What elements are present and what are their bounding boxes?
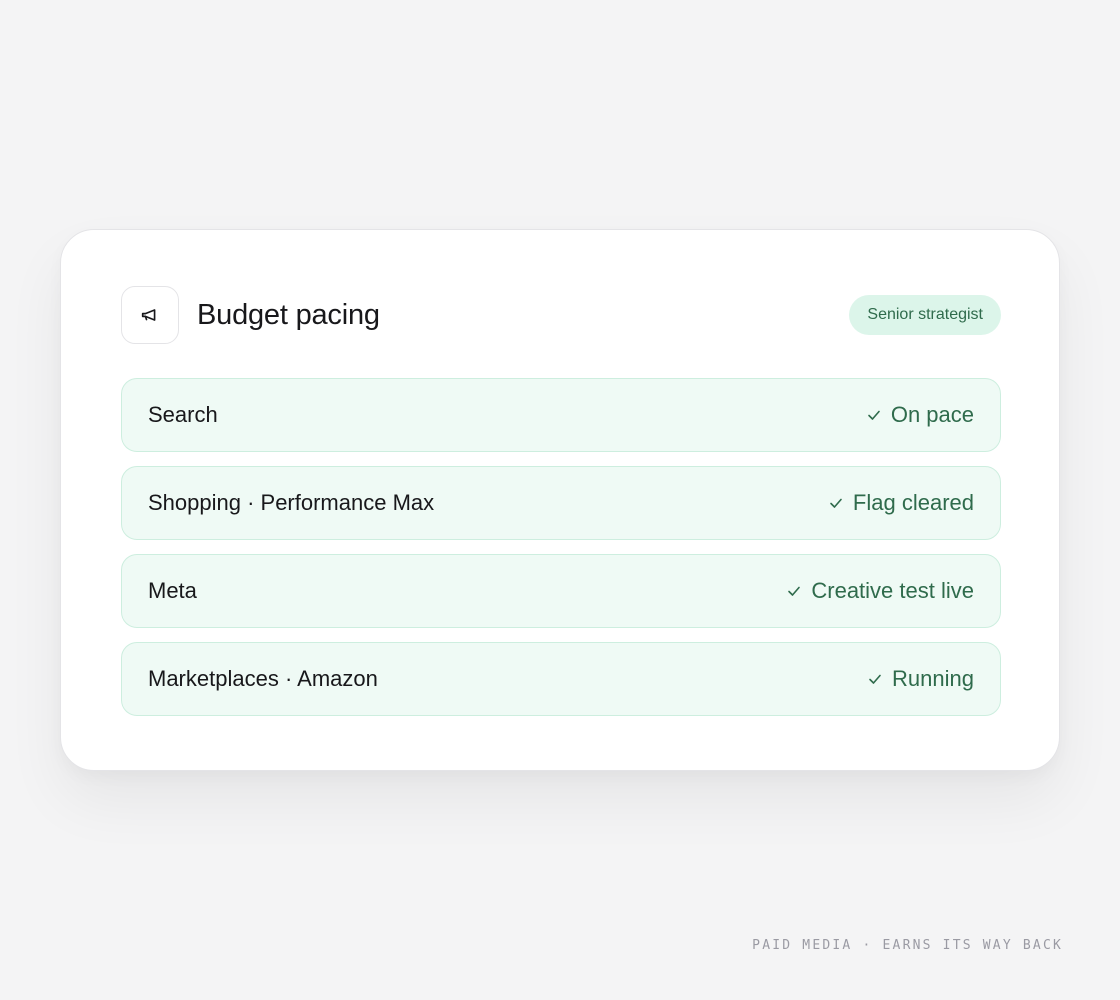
channel-list: Search On pace Shopping · Performance Ma… xyxy=(121,378,1001,730)
channel-status: On pace xyxy=(867,402,974,428)
channel-status-text: On pace xyxy=(890,402,974,427)
channel-label: Search xyxy=(148,402,218,427)
channel-status-text: Running xyxy=(892,666,974,691)
card-title: Budget pacing xyxy=(197,299,380,331)
channel-status: Running xyxy=(868,666,974,692)
footer-tagline: PAID MEDIA · EARNS ITS WAY BACK xyxy=(752,938,1063,953)
channel-label: Marketplaces · Amazon xyxy=(148,666,378,691)
channel-label: Shopping · Performance Max xyxy=(148,490,435,515)
channel-status-text: Creative test live xyxy=(811,578,974,603)
check-icon xyxy=(868,410,880,420)
channel-row-marketplaces: Marketplaces · Amazon Running xyxy=(121,642,1001,716)
channel-row-meta: Meta Creative test live xyxy=(121,554,1001,628)
check-icon xyxy=(869,674,881,684)
megaphone-icon xyxy=(121,286,179,344)
budget-pacing-card: Budget pacing Senior strategist Search O… xyxy=(60,229,1060,771)
card-header: Budget pacing Senior strategist xyxy=(121,286,1001,344)
channel-status: Flag cleared xyxy=(829,490,974,516)
check-icon xyxy=(788,586,801,596)
channel-status: Creative test live xyxy=(787,578,974,604)
check-icon xyxy=(830,498,842,508)
channel-row-shopping: Shopping · Performance Max Flag cleared xyxy=(121,466,1001,540)
role-badge: Senior strategist xyxy=(849,295,1001,335)
channel-row-search: Search On pace xyxy=(121,378,1001,452)
channel-status-text: Flag cleared xyxy=(852,490,974,515)
channel-label: Meta xyxy=(148,578,197,603)
